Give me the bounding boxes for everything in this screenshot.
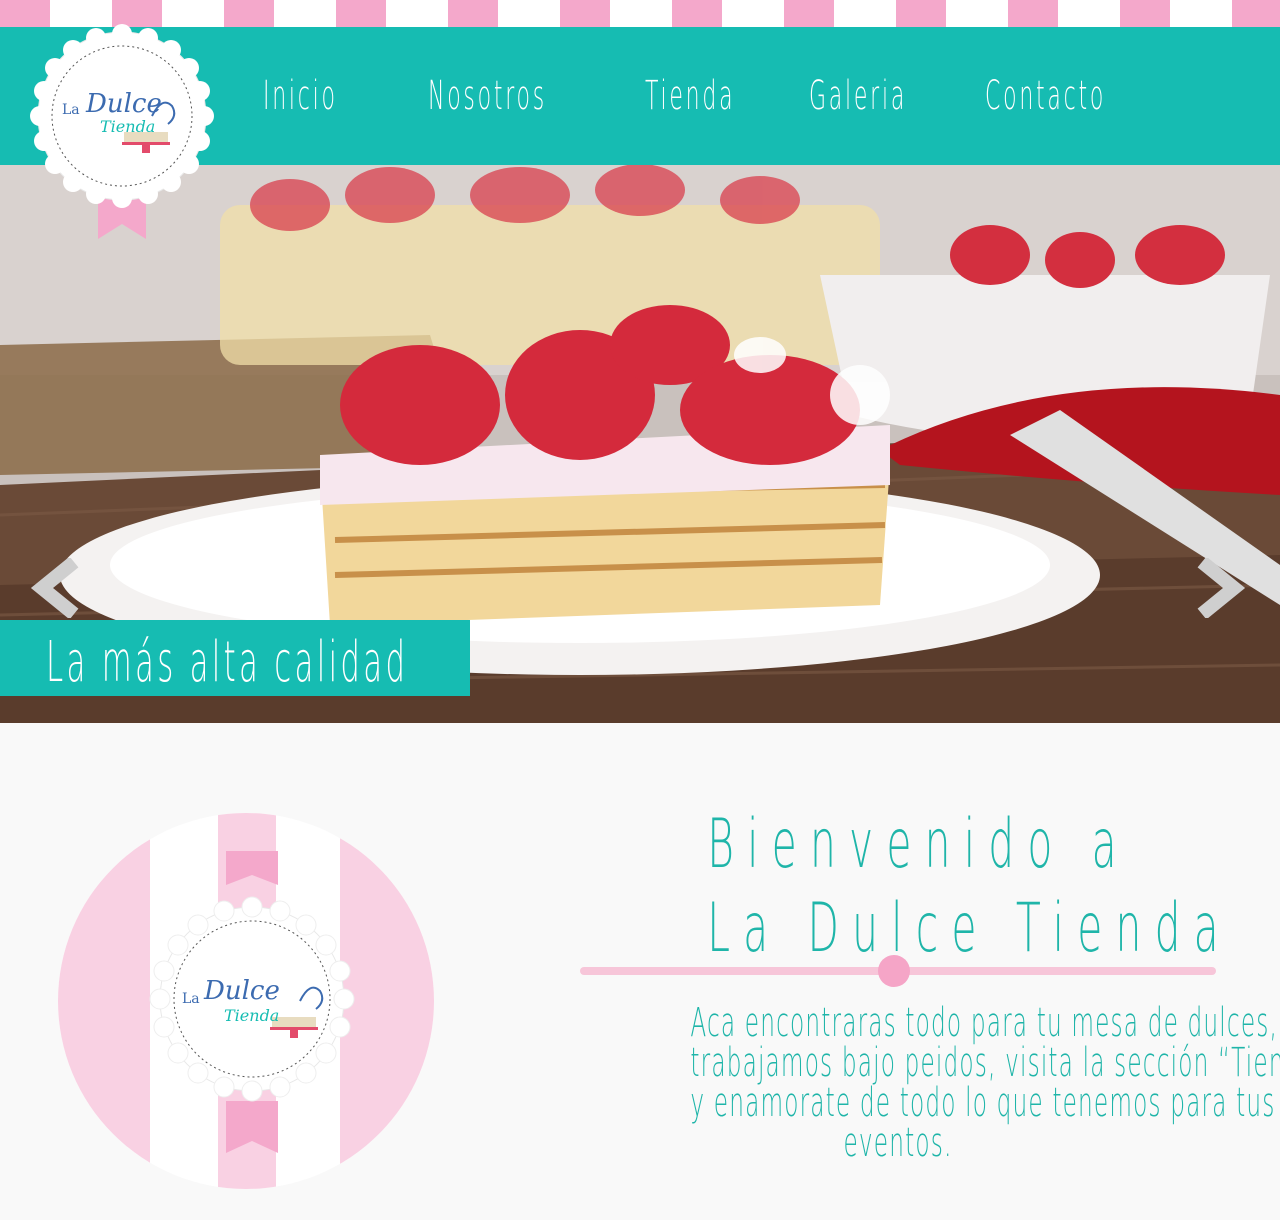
nav-item-tienda[interactable]: Tienda — [645, 71, 735, 121]
welcome-logo-circle: La Dulce Tienda — [58, 807, 434, 1195]
nav-item-contacto[interactable]: Contacto — [985, 71, 1106, 121]
welcome-text-line-1: Aca encontraras todo para tu mesa de dul… — [690, 1000, 1279, 1046]
slider-next-button[interactable] — [1188, 558, 1248, 618]
logo-text-tienda: Tienda — [100, 117, 155, 136]
welcome-section: La Dulce Tienda Bienvenido a La Dulce Ti… — [0, 723, 1280, 1220]
chevron-right-icon — [1197, 558, 1246, 618]
nav-item-inicio[interactable]: Inicio — [263, 71, 338, 121]
hero-caption-box: La más alta calidad — [0, 620, 470, 696]
nav-item-galeria[interactable]: Galeria — [809, 71, 907, 121]
badge-text-dulce: Dulce — [203, 976, 280, 1006]
welcome-title: Bienvenido a La Dulce Tienda — [580, 803, 1218, 971]
slider-prev-button[interactable] — [28, 558, 88, 618]
welcome-text-line-3: y enamorate de todo lo que tenemos para … — [690, 1080, 1276, 1126]
top-stripe-decoration — [0, 0, 1280, 27]
site-logo[interactable]: La Dulce Tienda — [30, 24, 214, 240]
logo-text-dulce: Dulce — [85, 89, 162, 119]
divider-dot — [878, 955, 910, 987]
badge-text-tienda: Tienda — [224, 1006, 279, 1025]
welcome-description: Aca encontraras todo para tu mesa de dul… — [540, 1000, 1280, 1166]
hero-caption: La más alta calidad — [46, 630, 409, 695]
badge-text-la: La — [182, 991, 200, 1007]
logo-text-la: La — [62, 102, 80, 118]
welcome-text-line-2: trabajamos bajo peidos, visita la secció… — [690, 1040, 1280, 1086]
welcome-text-line-4: eventos. — [843, 1120, 953, 1166]
nav-item-nosotros[interactable]: Nosotros — [428, 71, 547, 121]
welcome-title-line-1: Bienvenido a — [707, 805, 1130, 884]
welcome-divider — [580, 955, 1216, 987]
chevron-left-icon — [30, 558, 79, 618]
